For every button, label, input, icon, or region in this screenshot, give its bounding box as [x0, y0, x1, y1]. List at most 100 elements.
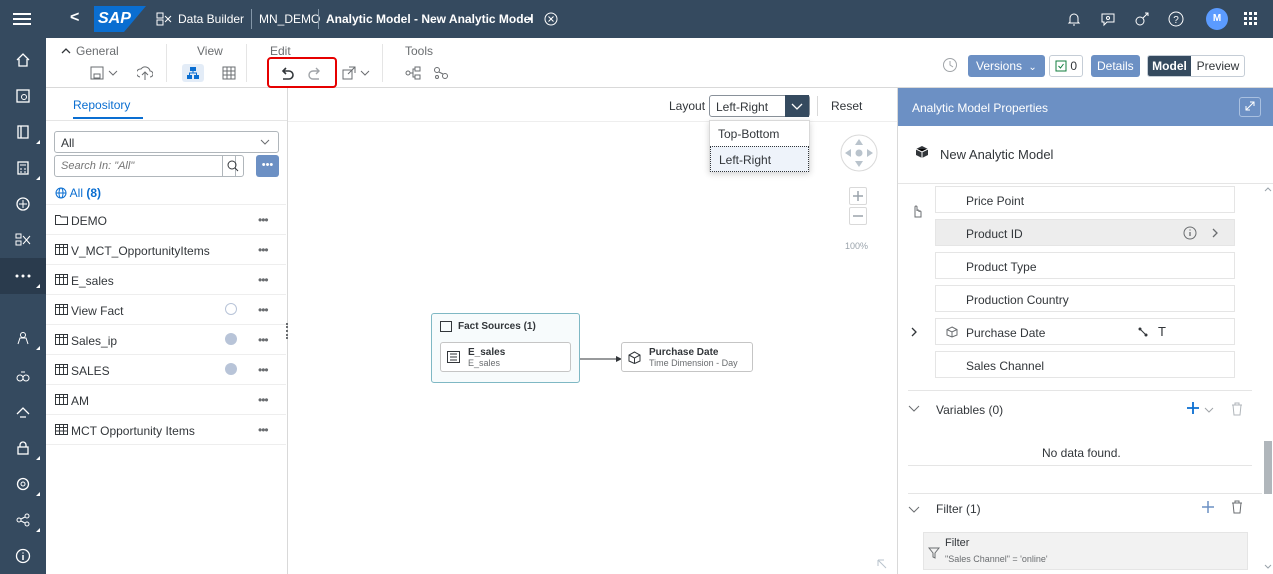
close-icon[interactable]	[544, 12, 558, 26]
layout-select[interactable]: Left-Right	[709, 95, 810, 117]
repository-list-item[interactable]: E_sales •••	[46, 265, 286, 295]
attribute-row[interactable]: Production Country	[935, 285, 1235, 312]
repository-list-item[interactable]: DEMO •••	[46, 205, 286, 235]
fact-sources-group[interactable]: Fact Sources (1) E_sales E_sales	[431, 313, 580, 383]
save-menu-chevron-icon[interactable]	[108, 70, 118, 76]
undo-icon[interactable]	[276, 64, 298, 82]
variables-chevron-icon[interactable]	[908, 405, 920, 413]
deploy-icon[interactable]	[134, 64, 156, 82]
data-integration-icon[interactable]	[0, 186, 46, 222]
catalog-icon[interactable]	[0, 78, 46, 114]
transport-icon[interactable]	[0, 394, 46, 430]
repository-nav-icon[interactable]	[0, 114, 46, 150]
item-more-button[interactable]: •••	[258, 273, 269, 287]
repository-list-item[interactable]: V_MCT_OpportunityItems •••	[46, 235, 286, 265]
repository-list-item[interactable]: AM •••	[46, 385, 286, 415]
add-filter-icon[interactable]	[1201, 500, 1215, 514]
item-more-button[interactable]: •••	[258, 423, 269, 437]
search-icon[interactable]	[222, 155, 244, 177]
collapse-toolbar-icon[interactable]	[60, 46, 72, 56]
diagram-canvas[interactable]: Layout Left-Right Reset Top-Bottom Left-…	[288, 88, 897, 574]
layout-option-left-right[interactable]: Left-Right	[710, 146, 809, 172]
item-more-button[interactable]: •••	[258, 303, 269, 317]
delete-filter-icon[interactable]	[1231, 500, 1243, 514]
association-icon[interactable]	[430, 64, 452, 82]
item-more-button[interactable]: •••	[258, 213, 269, 227]
zoom-in-icon[interactable]	[849, 187, 867, 205]
export-icon[interactable]	[338, 64, 360, 82]
repository-search-input[interactable]	[54, 155, 236, 177]
item-more-button[interactable]: •••	[258, 393, 269, 407]
delete-variable-icon[interactable]	[1231, 402, 1243, 416]
discovery-icon[interactable]	[1134, 11, 1150, 27]
scroll-down-icon[interactable]	[1264, 564, 1272, 570]
attribute-row[interactable]: Product Type	[935, 252, 1235, 279]
connections-icon[interactable]	[0, 358, 46, 394]
share-icon[interactable]	[0, 502, 46, 538]
variables-title[interactable]: Variables (0)	[936, 403, 1003, 417]
layout-option-top-bottom[interactable]: Top-Bottom	[710, 121, 809, 147]
attribute-row[interactable]: Price Point	[935, 186, 1235, 213]
item-more-button[interactable]: •••	[258, 333, 269, 347]
save-icon[interactable]	[86, 64, 108, 82]
info-icon[interactable]	[1183, 226, 1197, 240]
scrollbar[interactable]	[1262, 183, 1273, 574]
item-more-button[interactable]: •••	[258, 363, 269, 377]
avatar[interactable]: M	[1206, 8, 1228, 30]
preview-toggle-button[interactable]: Preview	[1191, 56, 1244, 76]
space-name[interactable]: MN_DEMO	[259, 12, 320, 26]
table-view-icon[interactable]	[218, 64, 240, 82]
expand-panel-icon[interactable]	[1239, 97, 1261, 117]
collapse-canvas-icon[interactable]	[876, 558, 888, 570]
back-button[interactable]: <	[70, 9, 79, 27]
menu-icon[interactable]	[13, 11, 31, 27]
details-button[interactable]: Details	[1091, 55, 1140, 77]
repository-list-item[interactable]: MCT Opportunity Items •••	[46, 415, 286, 445]
info-icon[interactable]	[0, 538, 46, 574]
dimension-node-purchase-date[interactable]: Purchase Date Time Dimension - Day	[621, 342, 753, 372]
fact-node-e-sales[interactable]: E_sales E_sales	[440, 342, 571, 372]
all-group-label[interactable]: All (8)	[55, 186, 101, 200]
help-icon[interactable]: ?	[1168, 11, 1184, 27]
impact-lineage-icon[interactable]	[402, 64, 424, 82]
expand-chevron-icon[interactable]	[910, 326, 918, 338]
attribute-row[interactable]: Product ID	[935, 219, 1235, 246]
history-icon[interactable]	[942, 57, 958, 73]
validation-button[interactable]: 0	[1049, 55, 1084, 77]
people-icon[interactable]	[0, 320, 46, 356]
home-icon[interactable]	[0, 42, 46, 78]
settings-icon[interactable]	[0, 466, 46, 502]
navigate-icon[interactable]	[1211, 227, 1219, 239]
repository-filter-select[interactable]: All	[54, 131, 279, 153]
more-nav-icon[interactable]	[0, 258, 46, 294]
notifications-icon[interactable]	[1066, 11, 1082, 27]
model-toggle-button[interactable]: Model	[1148, 56, 1191, 76]
attribute-row[interactable]: Sales Channel	[935, 351, 1235, 378]
redo-icon[interactable]	[304, 64, 326, 82]
add-variable-menu-icon[interactable]	[1204, 407, 1214, 413]
filter-chevron-icon[interactable]	[908, 506, 920, 514]
repository-list-item[interactable]: View Fact •••	[46, 295, 286, 325]
repository-list-item[interactable]: SALES •••	[46, 355, 286, 385]
diagram-view-icon[interactable]	[182, 64, 204, 82]
repository-list-item[interactable]: Sales_ip •••	[46, 325, 286, 355]
filter-title[interactable]: Filter (1)	[936, 502, 981, 516]
tab-repository[interactable]: Repository	[73, 98, 130, 112]
attribute-row[interactable]: Purchase Date T	[935, 318, 1235, 345]
data-builder-nav-icon[interactable]	[0, 222, 46, 258]
add-variable-icon[interactable]	[1186, 401, 1200, 415]
lock-icon[interactable]	[0, 430, 46, 466]
more-options-button[interactable]: •••	[256, 155, 279, 177]
scrollbar-thumb[interactable]	[1264, 441, 1272, 494]
reset-layout-button[interactable]: Reset	[831, 99, 862, 113]
product-switch-icon[interactable]	[1244, 12, 1258, 26]
zoom-out-icon[interactable]	[849, 207, 867, 225]
filter-item[interactable]: Filter "Sales Channel" = 'online'	[923, 532, 1248, 570]
pan-control[interactable]	[839, 133, 879, 173]
versions-button[interactable]: Versions ⌄	[968, 55, 1045, 77]
calculator-icon[interactable]	[0, 150, 46, 186]
item-more-button[interactable]: •••	[258, 243, 269, 257]
export-menu-chevron-icon[interactable]	[360, 70, 370, 76]
feedback-icon[interactable]	[1100, 11, 1116, 27]
app-name[interactable]: Data Builder	[178, 12, 244, 26]
